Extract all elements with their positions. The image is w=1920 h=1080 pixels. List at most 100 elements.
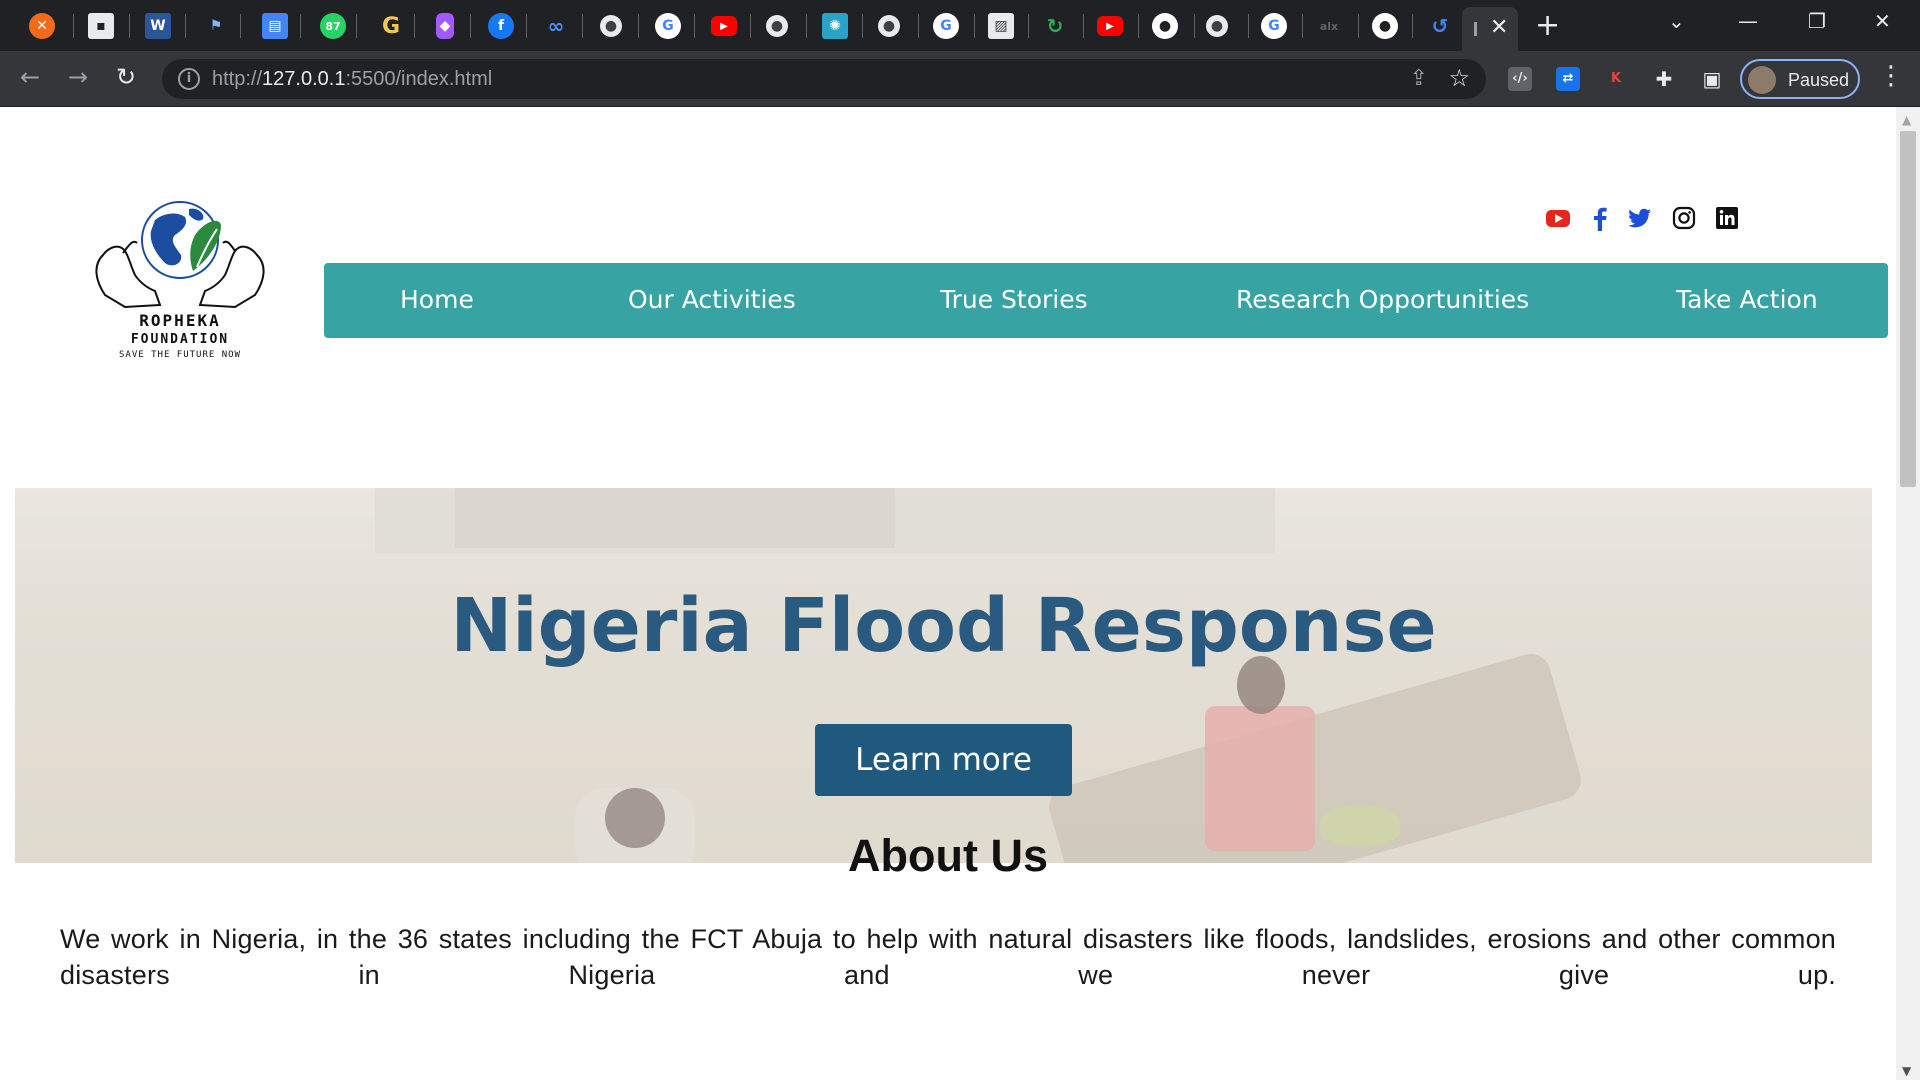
scroll-down-icon[interactable]: ▼	[1902, 1064, 1911, 1078]
tab-separator	[1028, 14, 1029, 38]
tab-separator	[1302, 14, 1303, 38]
translate-extension-icon[interactable]: ⇄	[1556, 67, 1580, 91]
url-path: :5500/index.html	[345, 68, 493, 90]
extensions-puzzle-icon[interactable]: ✚	[1652, 67, 1676, 91]
url-text[interactable]: http://127.0.0.1:5500/index.html	[212, 68, 492, 91]
google-icon[interactable]: G	[655, 13, 681, 39]
about-us-heading: About Us	[848, 830, 1048, 881]
forward-icon[interactable]: →	[68, 63, 88, 91]
tab-separator	[300, 14, 301, 38]
nav-item-research-opportunities[interactable]: Research Opportunities	[1236, 285, 1529, 314]
profile-button[interactable]: Paused	[1740, 59, 1860, 99]
about-us-text: We work in Nigeria, in the 36 states inc…	[60, 924, 1836, 990]
page-scrollbar[interactable]: ▲ ▼	[1896, 107, 1920, 1080]
facebook-icon[interactable]: f	[488, 13, 514, 39]
window-close-icon[interactable]: ✕	[1874, 9, 1891, 33]
browser-toolbar: ← → ↻ i http://127.0.0.1:5500/index.html…	[0, 51, 1920, 107]
notion-icon[interactable]: ▪	[88, 13, 114, 39]
tab-search-icon[interactable]: ⌄	[1668, 9, 1685, 33]
scrollbar-thumb[interactable]	[1900, 131, 1916, 487]
tab-separator	[806, 14, 807, 38]
nav-item-home[interactable]: Home	[400, 285, 474, 314]
loop-icon[interactable]: ↺	[1427, 13, 1453, 39]
youtube-icon[interactable]: ▶	[711, 16, 737, 36]
share-icon[interactable]: ⇪	[1410, 66, 1428, 91]
url-scheme: http://	[212, 68, 263, 90]
tab-separator	[129, 14, 130, 38]
logo-name: ROPHEKA	[139, 311, 221, 330]
github-icon[interactable]: ●	[1372, 13, 1398, 39]
profile-status-label: Paused	[1788, 70, 1850, 90]
logo-tagline: SAVE THE FUTURE NOW	[119, 350, 241, 360]
docs-icon[interactable]: ▤	[262, 13, 288, 39]
tab-separator	[1083, 14, 1084, 38]
reload-icon[interactable]: ↻	[116, 63, 136, 91]
grammarly-icon[interactable]: G	[378, 13, 404, 39]
linkedin-icon[interactable]	[1714, 205, 1740, 231]
page-viewport: ROPHEKA FOUNDATION SAVE THE FUTURE NOW H…	[0, 107, 1896, 1080]
tab-separator	[694, 14, 695, 38]
tab-separator	[1358, 14, 1359, 38]
browser-menu-icon[interactable]: ⋮	[1878, 61, 1904, 91]
back-icon[interactable]: ←	[20, 63, 40, 91]
youtube-icon[interactable]	[1545, 205, 1571, 231]
tab-separator	[862, 14, 863, 38]
k-extension-icon[interactable]: K	[1604, 67, 1628, 91]
gear-icon[interactable]: ✺	[822, 13, 848, 39]
bookmark-star-icon[interactable]: ☆	[1448, 64, 1470, 92]
avatar	[1748, 66, 1776, 94]
google-icon[interactable]: G	[933, 13, 959, 39]
tab-separator	[73, 14, 74, 38]
whatsapp-icon[interactable]: 87	[320, 13, 346, 39]
app-icon[interactable]: ↻	[1042, 13, 1068, 39]
hero-overlay	[15, 488, 1872, 863]
globe-icon[interactable]: ●	[1206, 15, 1228, 37]
nav-item-take-action[interactable]: Take Action	[1676, 285, 1818, 314]
tab-separator	[1412, 14, 1413, 38]
tab-separator	[1138, 14, 1139, 38]
main-nav: Home Our Activities True Stories Researc…	[324, 263, 1888, 338]
close-tab-icon[interactable]: ✕	[1490, 15, 1508, 40]
facebook-icon[interactable]	[1587, 205, 1613, 231]
alx-icon[interactable]: alx	[1316, 13, 1342, 39]
address-bar[interactable]: i http://127.0.0.1:5500/index.html ⇪ ☆	[162, 59, 1486, 99]
youtube-icon[interactable]: ▶	[1097, 16, 1123, 36]
tab-separator	[470, 14, 471, 38]
active-tab[interactable]: ✕	[1462, 7, 1518, 51]
twitter-icon[interactable]	[1627, 205, 1653, 231]
tab-separator	[918, 14, 919, 38]
code-extension-icon[interactable]: ‹/›	[1508, 67, 1532, 91]
meta-icon[interactable]: ∞	[543, 13, 569, 39]
globe-icon[interactable]: ●	[878, 15, 900, 37]
active-tab-favicon	[1474, 22, 1477, 36]
tab-separator	[974, 14, 975, 38]
tab-separator	[1194, 14, 1195, 38]
xampp-icon[interactable]: ✕	[29, 13, 55, 39]
restore-icon[interactable]: ❐	[1808, 9, 1826, 33]
figma-icon[interactable]: ◆	[436, 13, 454, 39]
hero-banner: Nigeria Flood Response Learn more	[15, 488, 1872, 863]
logo-hands-globe-icon	[95, 201, 265, 309]
nav-item-our-activities[interactable]: Our Activities	[628, 285, 796, 314]
tab-separator	[638, 14, 639, 38]
tab-separator	[240, 14, 241, 38]
minimize-icon[interactable]: —	[1738, 9, 1758, 33]
globe-icon[interactable]: ●	[766, 15, 788, 37]
instagram-icon[interactable]	[1671, 205, 1697, 231]
scroll-up-icon[interactable]: ▲	[1902, 113, 1911, 127]
learn-more-button[interactable]: Learn more	[815, 724, 1072, 796]
site-logo[interactable]: ROPHEKA FOUNDATION SAVE THE FUTURE NOW	[85, 195, 275, 375]
new-tab-icon[interactable]: +	[1535, 8, 1560, 43]
image-icon[interactable]: ▨	[988, 13, 1014, 39]
hero-title: Nigeria Flood Response	[450, 583, 1437, 669]
globe-icon[interactable]: ●	[600, 15, 622, 37]
tab-separator	[356, 14, 357, 38]
side-panel-icon[interactable]: ▣	[1700, 67, 1724, 91]
tab-separator	[526, 14, 527, 38]
github-icon[interactable]: ●	[1152, 13, 1178, 39]
nav-item-true-stories[interactable]: True Stories	[940, 285, 1088, 314]
site-info-icon[interactable]: i	[178, 68, 200, 90]
word-icon[interactable]: W	[145, 13, 171, 39]
flag-icon[interactable]: ⚑	[203, 13, 229, 39]
google-icon[interactable]: G	[1261, 13, 1287, 39]
